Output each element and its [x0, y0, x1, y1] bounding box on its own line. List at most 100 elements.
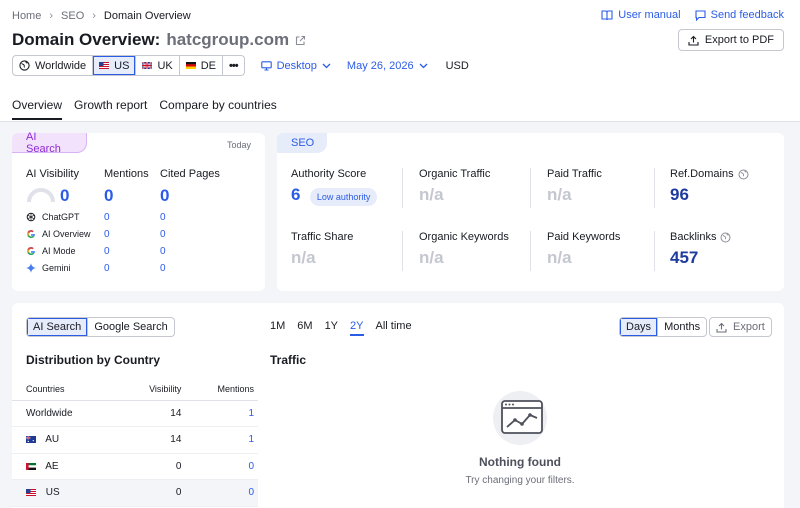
empty-chart-icon: [493, 391, 547, 445]
toggle-days[interactable]: Days: [620, 318, 659, 336]
authority-score-value[interactable]: 6: [291, 185, 300, 204]
more-locations-button[interactable]: •••: [223, 56, 244, 75]
divider: [402, 231, 403, 271]
location-selector: Worldwide US UK DE •••: [12, 55, 245, 76]
send-feedback-label: Send feedback: [710, 9, 784, 21]
location-worldwide-label: Worldwide: [35, 59, 87, 72]
chatgpt-mentions[interactable]: 0: [104, 212, 110, 223]
breadcrumb-seo[interactable]: SEO: [61, 10, 84, 22]
breadcrumb: Home › SEO › Domain Overview: [12, 10, 191, 22]
au-flag-icon: [26, 436, 36, 444]
source-name: AI Mode: [42, 246, 76, 256]
backlinks-value[interactable]: 457: [670, 248, 731, 268]
cited-pages-value[interactable]: 0: [160, 186, 169, 206]
ref-domains-value[interactable]: 96: [670, 185, 749, 205]
chevron-down-icon: [419, 63, 428, 68]
export-pdf-button[interactable]: Export to PDF: [677, 29, 784, 51]
us-flag-icon: [26, 489, 36, 497]
book-icon: [601, 9, 613, 20]
source-ai-mode: AI Mode: [26, 246, 76, 256]
mentions-cell[interactable]: 0: [185, 479, 258, 507]
device-dropdown[interactable]: Desktop: [260, 60, 331, 72]
user-manual-label: User manual: [618, 9, 681, 21]
export-pdf-label: Export to PDF: [704, 34, 774, 46]
paid-traffic-label: Paid Traffic: [547, 168, 602, 180]
ai-mode-mentions[interactable]: 0: [104, 246, 110, 257]
mentions-cell[interactable]: 1: [185, 426, 258, 454]
cited-pages-label: Cited Pages: [160, 168, 220, 180]
breadcrumb-current: Domain Overview: [103, 10, 191, 22]
mentions-cell[interactable]: 0: [185, 453, 258, 480]
date-dropdown[interactable]: May 26, 2026: [347, 60, 428, 72]
organic-keywords-metric: Organic Keywords n/a: [419, 231, 509, 268]
period-2y[interactable]: 2Y: [350, 320, 364, 336]
empty-state-title: Nothing found: [479, 455, 561, 469]
send-feedback-link[interactable]: Send feedback: [695, 9, 784, 21]
col-visibility[interactable]: Visibility: [120, 378, 186, 401]
empty-state-subtitle: Try changing your filters.: [465, 475, 575, 486]
table-row: AE 0 0: [12, 453, 258, 480]
seo-pill: SEO: [277, 133, 327, 153]
visibility-gauge-icon: [27, 188, 55, 203]
empty-state: Nothing found Try changing your filters.: [400, 390, 640, 486]
seo-card: SEO Authority Score 6 Low authority Orga…: [277, 133, 784, 291]
country-cell: AE: [12, 453, 121, 480]
gemini-mentions[interactable]: 0: [104, 263, 110, 274]
ai-search-pill: AI Search: [12, 131, 87, 155]
location-de[interactable]: DE: [180, 56, 223, 75]
google-icon: [27, 247, 35, 256]
paid-traffic-metric: Paid Traffic n/a: [547, 168, 602, 205]
visibility-cell: 14: [120, 426, 186, 454]
external-link-icon[interactable]: [295, 35, 306, 46]
period-1m[interactable]: 1M: [270, 320, 285, 336]
divider: [654, 231, 655, 271]
location-us-label: US: [114, 59, 130, 72]
table-row: Worldwide 14 1: [12, 400, 258, 427]
toggle-google-search[interactable]: Google Search: [88, 318, 173, 336]
location-de-label: DE: [200, 59, 216, 72]
location-worldwide[interactable]: Worldwide: [13, 56, 94, 75]
traffic-share-value: n/a: [291, 248, 316, 267]
col-countries[interactable]: Countries: [12, 378, 121, 401]
organic-traffic-value: n/a: [419, 185, 444, 204]
ai-visibility-value[interactable]: 0: [60, 186, 69, 206]
tab-compare-by-countries[interactable]: Compare by countries: [159, 98, 276, 120]
tab-overview[interactable]: Overview: [12, 98, 63, 120]
upload-icon: [688, 35, 699, 46]
table-header-row: Countries Visibility Mentions: [12, 378, 258, 401]
ref-domains-label: Ref.Domains: [670, 168, 749, 180]
country-cell: US: [12, 479, 121, 507]
chatgpt-cited[interactable]: 0: [160, 212, 166, 223]
traffic-share-metric: Traffic Share n/a: [291, 231, 353, 268]
tab-growth-report[interactable]: Growth report: [74, 98, 147, 120]
mentions-cell[interactable]: 1: [185, 400, 258, 427]
breadcrumb-home[interactable]: Home: [12, 10, 41, 22]
export-button[interactable]: Export: [709, 317, 772, 337]
globe-icon: [720, 232, 731, 242]
user-manual-link[interactable]: User manual: [601, 9, 681, 21]
period-1y[interactable]: 1Y: [325, 320, 338, 336]
chevron-down-icon: [322, 63, 331, 68]
ai-overview-mentions[interactable]: 0: [104, 229, 110, 240]
page-title-domain[interactable]: hatcgroup.com: [166, 30, 289, 50]
source-name: ChatGPT: [42, 212, 80, 222]
paid-traffic-value: n/a: [547, 185, 572, 204]
top-header: Home › SEO › Domain Overview User manual…: [0, 0, 800, 122]
authority-score-metric: Authority Score 6 Low authority: [291, 168, 378, 206]
ai-overview-cited[interactable]: 0: [160, 229, 166, 240]
gemini-cited[interactable]: 0: [160, 263, 166, 274]
col-mentions[interactable]: Mentions: [185, 378, 258, 401]
ai-search-card: AI Search Today AI Visibility 0 Mentions…: [12, 131, 265, 291]
mentions-value[interactable]: 0: [104, 186, 113, 206]
location-us[interactable]: US: [93, 56, 137, 75]
chevron-right-icon: ›: [49, 10, 54, 22]
organic-keywords-label: Organic Keywords: [419, 231, 509, 243]
location-uk[interactable]: UK: [136, 56, 180, 75]
period-6m[interactable]: 6M: [297, 320, 312, 336]
toggle-months[interactable]: Months: [658, 318, 706, 336]
ai-mode-cited[interactable]: 0: [160, 246, 166, 257]
chat-bubble-icon: [695, 9, 706, 21]
toggle-ai-search[interactable]: AI Search: [27, 318, 89, 336]
source-chatgpt: ChatGPT: [26, 212, 80, 222]
period-all-time[interactable]: All time: [376, 320, 412, 336]
